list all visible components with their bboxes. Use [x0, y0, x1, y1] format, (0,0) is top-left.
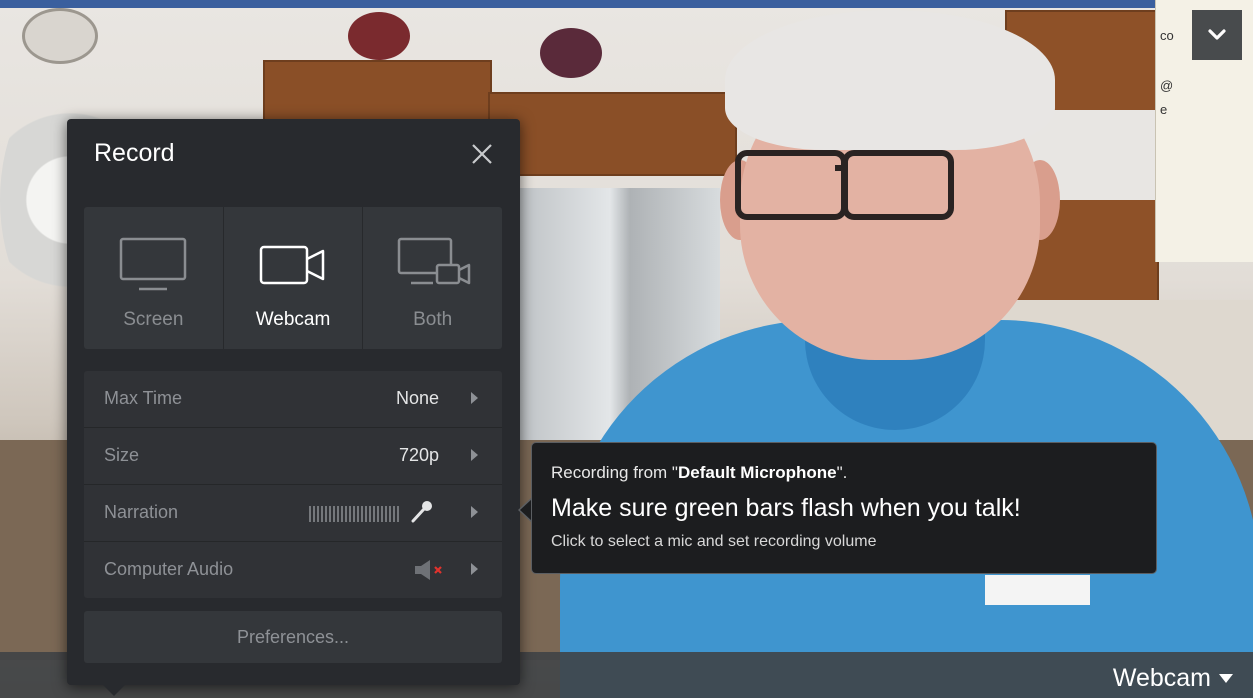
chevron-down-icon — [1208, 29, 1226, 40]
tooltip-hint: Click to select a mic and set recording … — [551, 533, 877, 550]
glasses-bridge — [835, 165, 847, 171]
row-label: Size — [104, 445, 140, 465]
hair — [725, 10, 1055, 150]
row-label: Narration — [104, 502, 179, 522]
mode-label: Webcam — [255, 309, 331, 330]
collapse-button[interactable] — [1192, 10, 1242, 60]
chevron-right-icon — [471, 563, 478, 575]
tooltip-headline: Make sure green bars flash when you talk… — [551, 494, 1021, 522]
doc-text: @ — [1160, 78, 1174, 93]
size-row[interactable]: Size 720p — [84, 428, 502, 485]
preferences-button[interactable]: Preferences... — [84, 611, 502, 663]
record-panel: Record Screen Webcam Both Max Time None … — [67, 119, 520, 685]
max-time-row[interactable]: Max Time None — [84, 371, 502, 428]
caret-down-icon — [1219, 673, 1233, 683]
narration-tooltip[interactable]: Recording from "Default Microphone". Mak… — [531, 442, 1157, 574]
recording-mode-selector: Screen Webcam Both — [84, 207, 502, 349]
plant — [348, 12, 410, 60]
tooltip-mic-name: Default Microphone — [677, 463, 837, 482]
tooltip-source-text: Recording from "Default Microphone". — [551, 463, 847, 483]
microphone-icon — [411, 501, 432, 523]
mode-label: Both — [413, 309, 453, 330]
mode-label: Screen — [123, 309, 184, 330]
chevron-right-icon — [471, 506, 478, 518]
person — [560, 0, 1253, 698]
mode-both-button[interactable]: Both — [363, 207, 502, 349]
source-selector[interactable]: Webcam — [1113, 664, 1233, 693]
row-value: None — [395, 388, 439, 408]
doc-text: co — [1160, 28, 1174, 43]
monitor-icon — [120, 237, 187, 291]
tooltip-suffix: ". — [836, 463, 848, 482]
webcam-icon — [259, 245, 325, 285]
wall-clock — [22, 8, 98, 64]
panel-pointer — [102, 684, 126, 696]
audio-level-meter — [309, 506, 399, 522]
screen-and-webcam-icon — [397, 237, 470, 285]
close-button[interactable] — [465, 137, 499, 171]
mode-screen-button[interactable]: Screen — [84, 207, 224, 349]
doc-text: e — [1160, 102, 1168, 117]
glasses — [735, 150, 847, 220]
row-label: Computer Audio — [104, 559, 234, 579]
settings-list: Max Time None Size 720p Narration Comput… — [84, 371, 502, 598]
chevron-right-icon — [471, 392, 478, 404]
row-value: 720p — [398, 445, 439, 465]
computer-audio-row[interactable]: Computer Audio — [84, 542, 502, 598]
panel-header: Record — [67, 119, 520, 189]
speaker-muted-icon — [415, 560, 442, 580]
row-label: Max Time — [104, 388, 183, 408]
chevron-right-icon — [471, 449, 478, 461]
panel-title: Record — [94, 139, 175, 167]
glasses — [842, 150, 954, 220]
mode-webcam-button[interactable]: Webcam — [224, 207, 364, 349]
source-selector-label: Webcam — [1112, 664, 1211, 692]
narration-row[interactable]: Narration — [84, 485, 502, 542]
shirt-pocket — [985, 575, 1090, 605]
close-icon — [472, 144, 492, 164]
tooltip-prefix: Recording from " — [551, 463, 678, 482]
